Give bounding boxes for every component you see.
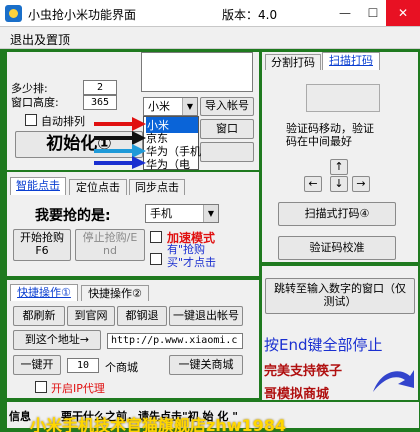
count-input[interactable]: 2 (83, 80, 117, 95)
pointer-arrows (94, 117, 146, 169)
arrow-right-button[interactable]: → (352, 176, 370, 192)
open-suffix-label: 个商城 (105, 361, 138, 374)
tab-split-captcha[interactable]: 分割打码 (265, 54, 321, 70)
captcha-hint: 验证码移动，验证 码在中间最好 (286, 122, 374, 149)
app-icon (5, 5, 22, 22)
height-input[interactable]: 365 (83, 95, 117, 110)
version-label: 版本：4.0 (222, 8, 278, 22)
quick-panel: 快捷操作① 快捷操作② 都刷新 到官网 都钢退 一键退出帐号 到这个地址→ ht… (7, 280, 259, 398)
tab-scan-captcha[interactable]: 扫描打码 (322, 52, 380, 70)
menu-bar: 退出及置顶 (0, 27, 420, 49)
preview-box (141, 52, 253, 92)
close-button[interactable]: ✕ (386, 0, 420, 26)
account-select-value: 小米 (148, 100, 170, 113)
height-label: 窗口高度: (11, 96, 59, 109)
tab-quick-2[interactable]: 快捷操作② (81, 285, 149, 301)
arrow-up-button[interactable]: ↑ (330, 159, 348, 175)
info-label: 信息 (9, 410, 31, 423)
goto-address-button[interactable]: 到这个地址→ (13, 330, 101, 350)
dropdown-option[interactable]: 华为（电 (146, 156, 190, 172)
accel-mode-checkbox[interactable] (150, 231, 162, 243)
verify-captcha-button[interactable]: 验证码校准 (278, 236, 396, 260)
tab-locate-click[interactable]: 定位点击 (69, 179, 127, 195)
support-text: 完美支持筷子 (264, 364, 343, 379)
arrow-left-button[interactable]: ← (304, 176, 322, 192)
captcha-preview (306, 84, 380, 112)
simulate-text: 哥模拟商城 (264, 387, 330, 402)
maximize-button[interactable]: ☐ (356, 0, 390, 26)
product-select-value: 手机 (150, 207, 172, 220)
ip-proxy-label: 开启IP代理 (51, 382, 105, 395)
ip-proxy-checkbox[interactable] (35, 381, 47, 393)
has-buy-checkbox[interactable] (150, 253, 162, 265)
jump-window-button[interactable]: 跳转至输入数字的窗口（仅 测试） (265, 278, 415, 314)
blank-button[interactable] (200, 142, 254, 162)
end-key-text: 按End键全部停止 (264, 336, 383, 354)
tab-sync-click[interactable]: 同步点击 (129, 179, 185, 195)
exit-accounts-button[interactable]: 一键退出帐号 (169, 306, 243, 326)
product-select[interactable]: 手机 ▼ (145, 204, 219, 223)
jump-panel: 跳转至输入数字的窗口（仅 测试） 按End键全部停止 完美支持筷子 哥模拟商城 (262, 266, 418, 402)
window-button[interactable]: 窗口 (200, 119, 254, 139)
menu-exit-pin[interactable]: 退出及置顶 (10, 31, 70, 48)
auto-arrange-checkbox[interactable] (25, 114, 37, 126)
official-site-button[interactable]: 到官网 (67, 306, 115, 326)
auto-arrange-label: 自动排列 (41, 115, 85, 128)
tab-smart-click[interactable]: 智能点击 (10, 177, 66, 195)
title-bar: 小虫抢小米功能界面 版本：4.0 — ☐ ✕ (0, 0, 420, 27)
chevron-down-icon[interactable]: ▼ (182, 98, 197, 115)
click-panel: 智能点击 定位点击 同步点击 我要抢的是: 手机 ▼ 开始抢购 F6 停止抢购/… (7, 172, 259, 276)
scan-captcha-button[interactable]: 扫描式打码④ (278, 202, 396, 226)
open-count-input[interactable]: 10 (67, 358, 99, 373)
close-shops-button[interactable]: 一键关商城 (169, 355, 243, 375)
chevron-down-icon[interactable]: ▼ (203, 205, 218, 222)
captcha-panel: 分割打码 扫描打码 验证码移动，验证 码在中间最好 ↑ ← ↓ → 扫描式打码④… (262, 52, 418, 262)
has-buy-label: 有"抢购 买"才点击 (167, 243, 217, 269)
open-shops-button[interactable]: 一键开 (13, 355, 61, 375)
arrow-down-button[interactable]: ↓ (330, 176, 348, 192)
stop-buy-button[interactable]: 停止抢购/E nd (75, 229, 145, 261)
address-input[interactable]: http://p.www.xiaomi.c (107, 333, 243, 349)
start-buy-button[interactable]: 开始抢购 F6 (13, 229, 71, 261)
swoosh-arrow-icon (373, 370, 414, 392)
watermark-text: 小米手机技术官猫旗舰店zhw1984 (30, 416, 287, 432)
logout-all-button[interactable]: 都钢退 (117, 306, 167, 326)
want-label: 我要抢的是: (35, 208, 111, 224)
window-title: 小虫抢小米功能界面 (28, 8, 137, 22)
import-account-button[interactable]: 导入帐号 (200, 97, 254, 116)
refresh-all-button[interactable]: 都刷新 (13, 306, 65, 326)
tab-quick-1[interactable]: 快捷操作① (10, 284, 78, 301)
